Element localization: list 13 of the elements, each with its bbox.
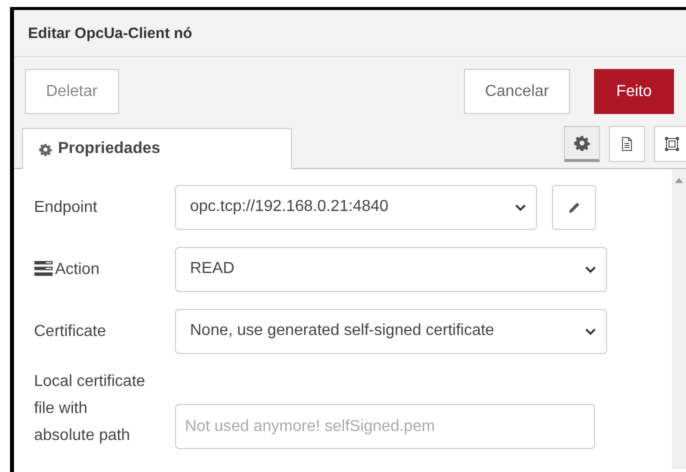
dropdown-field[interactable]: None, use generated self-signed certificate xyxy=(175,308,607,354)
delete-button[interactable]: Deletar xyxy=(25,69,119,114)
field-label: Certificate xyxy=(34,322,108,342)
dropdown-field[interactable]: opc.tcp://192.168.0.21:4840 xyxy=(175,184,537,230)
field-label: Action xyxy=(55,260,100,280)
cancel-button[interactable]: Cancelar xyxy=(464,69,570,114)
dialog-title: Editar OpcUa-Client nó xyxy=(28,24,192,42)
properties-tab[interactable]: Propriedades xyxy=(22,128,292,169)
input-field[interactable]: Not used anymore! selfSigned.pem xyxy=(175,404,595,449)
done-button[interactable]: Feito xyxy=(594,69,674,114)
dropdown-field[interactable]: READ xyxy=(175,246,607,292)
field-label: Local certificate file with absolute path xyxy=(34,372,146,446)
field-label: Endpoint xyxy=(34,198,98,218)
